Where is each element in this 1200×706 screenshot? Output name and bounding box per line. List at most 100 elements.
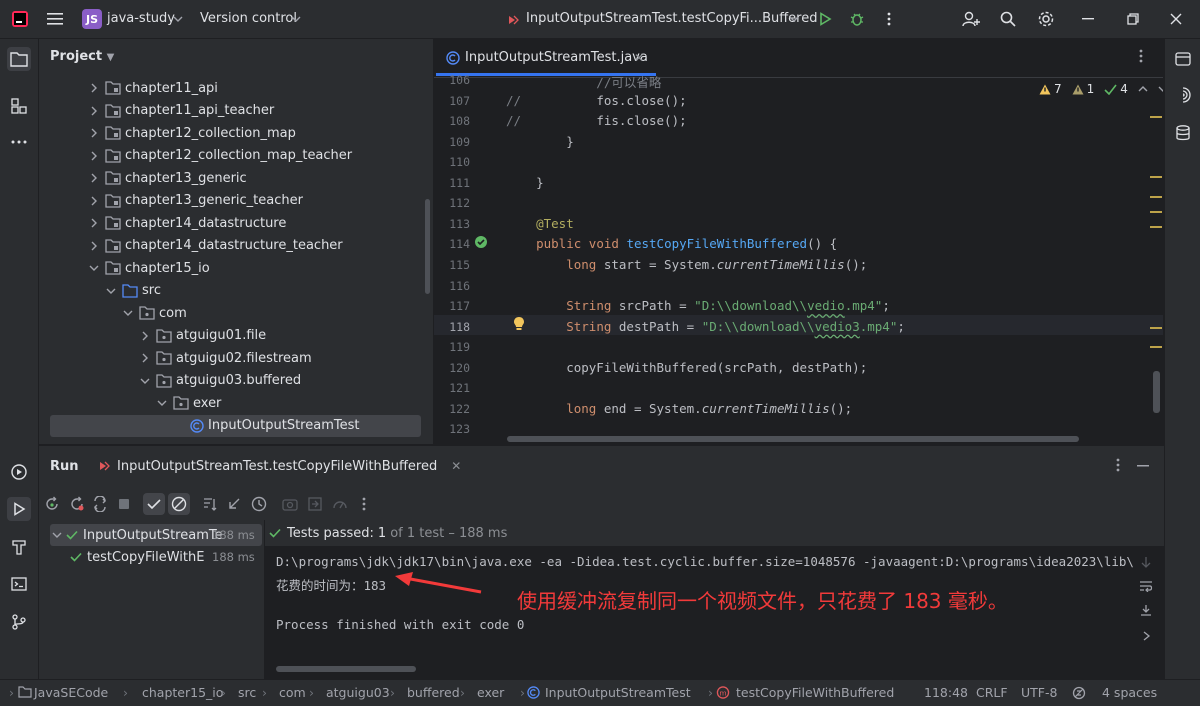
line-separator[interactable]: CRLF (976, 685, 1008, 700)
sort-alphabetically-icon[interactable] (199, 493, 221, 515)
tree-item[interactable]: atguigu03.buffered (39, 370, 433, 392)
tree-item[interactable]: chapter14_datastructure_teacher (39, 235, 433, 257)
breadcrumb-item[interactable]: atguigu03 (326, 685, 390, 700)
breadcrumb-item[interactable]: com (279, 685, 306, 700)
console-horizontal-scrollbar[interactable] (276, 666, 416, 672)
project-badge[interactable]: JS (82, 9, 102, 29)
terminal-tool-icon[interactable] (7, 572, 31, 596)
breadcrumb-item[interactable]: JavaSECode (34, 685, 108, 700)
show-passed-icon[interactable] (143, 493, 165, 515)
chevron-down-icon[interactable] (788, 13, 800, 25)
editor-vertical-scrollbar[interactable] (1153, 371, 1160, 413)
database-icon[interactable] (1171, 121, 1195, 145)
print-icon[interactable] (1136, 626, 1156, 646)
error-stripe-mark[interactable] (1150, 176, 1162, 178)
error-stripe-mark[interactable] (1150, 211, 1162, 213)
chevron-down-icon[interactable] (121, 306, 135, 320)
file-encoding[interactable]: UTF-8 (1021, 685, 1057, 700)
minimize-icon[interactable] (1078, 9, 1098, 29)
tree-item[interactable]: com (39, 302, 433, 324)
caret-position[interactable]: 118:48 (924, 685, 968, 700)
editor-horizontal-scrollbar[interactable] (507, 436, 1079, 442)
chevron-down-icon[interactable] (155, 396, 169, 410)
rerun-icon[interactable] (41, 493, 63, 515)
run-options-icon[interactable] (1116, 458, 1120, 472)
tree-item[interactable]: chapter13_generic (39, 167, 433, 189)
run-icon[interactable] (815, 9, 835, 29)
tree-item[interactable]: chapter14_datastructure (39, 212, 433, 234)
stop-icon[interactable] (113, 493, 135, 515)
error-stripe-mark[interactable] (1150, 346, 1162, 348)
chevron-right-icon[interactable] (87, 216, 101, 230)
tree-item[interactable]: chapter12_collection_map (39, 122, 433, 144)
chevron-right-icon[interactable] (87, 104, 101, 118)
chevron-down-icon[interactable] (1158, 86, 1163, 92)
notifications-icon[interactable] (1171, 47, 1195, 71)
chevron-down-icon[interactable] (290, 13, 302, 25)
tree-item[interactable]: atguigu02.filestream (39, 347, 433, 369)
chevron-right-icon[interactable] (138, 329, 152, 343)
restore-icon[interactable] (1123, 9, 1143, 29)
inspection-widget[interactable]: 7 1 4 (1039, 82, 1163, 96)
chevron-right-icon[interactable] (87, 171, 101, 185)
app-logo-icon[interactable] (10, 9, 30, 29)
rerun-failed-icon[interactable] (66, 493, 88, 515)
breadcrumb-item[interactable]: chapter15_io (142, 685, 223, 700)
services-tool-icon[interactable] (7, 460, 31, 484)
run-configuration-selector[interactable]: InputOutputStreamTest.testCopyFi...Buffe… (526, 11, 818, 26)
test-method-row[interactable]: testCopyFileWithE 188 ms (50, 546, 262, 568)
intention-bulb-icon[interactable] (513, 316, 525, 332)
scroll-down-icon[interactable] (1136, 552, 1156, 572)
chevron-right-icon[interactable] (87, 194, 101, 208)
chevron-right-icon[interactable] (138, 351, 152, 365)
tree-item[interactable]: chapter11_api (39, 77, 433, 99)
breadcrumb-item[interactable]: exer (477, 685, 504, 700)
tree-item[interactable]: chapter15_io (39, 257, 433, 279)
coverage-icon[interactable] (329, 493, 351, 515)
chevron-right-icon[interactable] (87, 239, 101, 253)
chevron-down-icon[interactable] (104, 284, 118, 298)
chevron-right-icon[interactable] (87, 126, 101, 140)
scroll-to-end-icon[interactable] (1136, 600, 1156, 620)
breadcrumb-item[interactable]: testCopyFileWithBuffered (736, 685, 894, 700)
tree-item[interactable]: atguigu01.file (39, 325, 433, 347)
ai-assistant-icon[interactable] (1171, 83, 1195, 107)
project-switcher[interactable]: java-study (107, 11, 175, 26)
breadcrumb-item[interactable]: InputOutputStreamTest (545, 685, 691, 700)
run-tool-icon[interactable] (7, 497, 31, 521)
export-icon[interactable] (304, 493, 326, 515)
run-tab[interactable]: InputOutputStreamTest.testCopyFileWithBu… (97, 446, 461, 486)
project-panel-title[interactable]: Project ▼ (50, 49, 114, 64)
run-test-gutter-icon[interactable] (474, 235, 488, 249)
test-suite-row[interactable]: InputOutputStreamTe 188 ms (50, 524, 262, 546)
chevron-up-icon[interactable] (1138, 86, 1148, 92)
search-icon[interactable] (998, 9, 1018, 29)
error-stripe-mark[interactable] (1150, 196, 1162, 198)
breadcrumb-item[interactable]: buffered (407, 685, 460, 700)
run-tab-close-icon[interactable]: ✕ (451, 459, 461, 473)
error-stripe-mark[interactable] (1150, 116, 1162, 118)
close-icon[interactable] (1166, 9, 1186, 29)
tree-item[interactable]: chapter13_generic_teacher (39, 190, 433, 212)
screenshot-icon[interactable] (279, 493, 301, 515)
tree-item[interactable]: exer (39, 392, 433, 414)
tree-item[interactable]: src (39, 280, 433, 302)
more-tools-icon[interactable] (7, 130, 31, 154)
tree-item[interactable]: chapter11_api_teacher (39, 100, 433, 122)
editor-more-icon[interactable] (1139, 49, 1143, 63)
more-actions-icon[interactable] (879, 9, 899, 29)
indent-setting[interactable]: 4 spaces (1102, 685, 1157, 700)
build-tool-icon[interactable] (7, 535, 31, 559)
project-tool-icon[interactable] (7, 47, 31, 71)
hide-panel-icon[interactable] (1137, 465, 1149, 467)
chevron-down-icon[interactable] (87, 261, 101, 275)
test-history-icon[interactable] (248, 493, 270, 515)
project-scrollbar[interactable] (425, 199, 430, 294)
editorconfig-icon[interactable] (1072, 686, 1086, 700)
more-run-actions-icon[interactable] (353, 493, 375, 515)
chevron-down-icon[interactable] (138, 374, 152, 388)
breadcrumb-item[interactable]: src (238, 685, 256, 700)
error-stripe-mark[interactable] (1150, 327, 1162, 329)
structure-tool-icon[interactable] (7, 94, 31, 118)
tree-item[interactable]: chapter12_collection_map_teacher (39, 145, 433, 167)
